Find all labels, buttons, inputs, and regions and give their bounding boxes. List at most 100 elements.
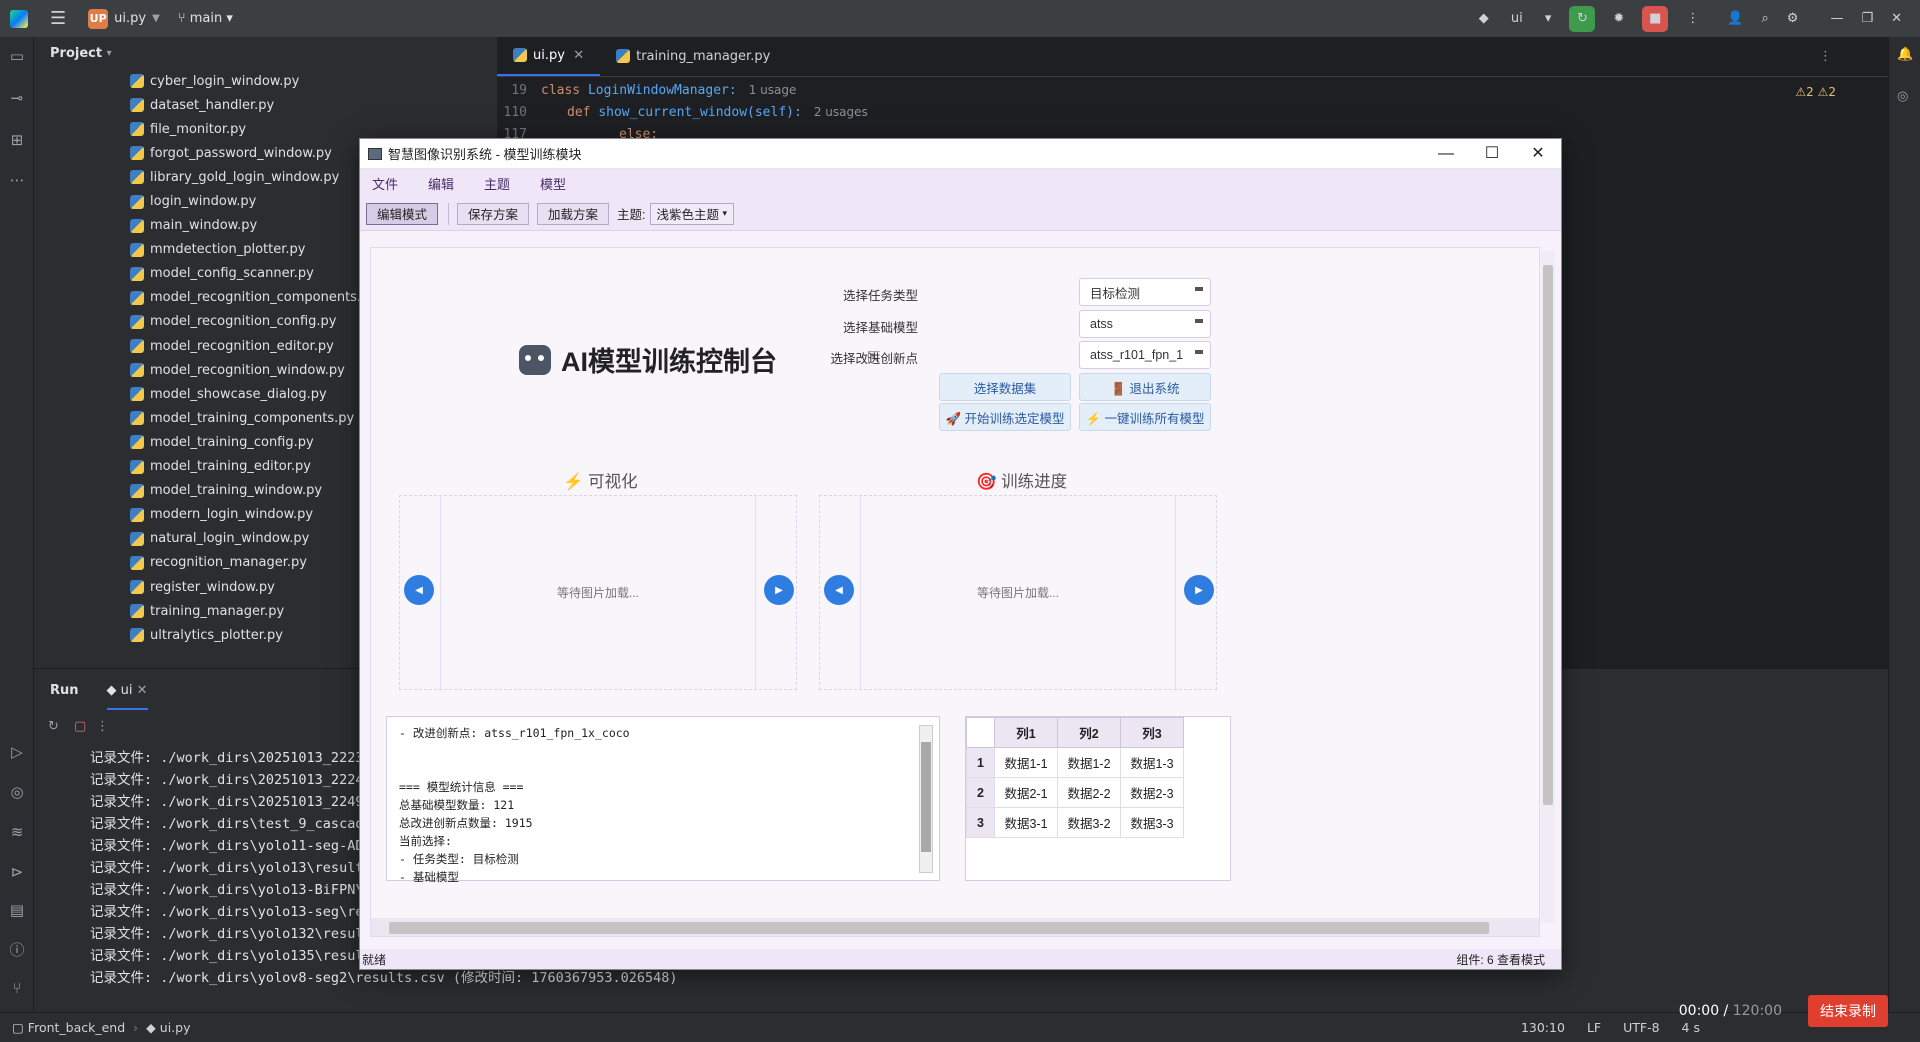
log-output[interactable]: - 改进创新点: atss_r101_fpn_1x_coco === 模型统计信息…	[386, 716, 940, 884]
add-user-icon[interactable]: 👤	[1727, 11, 1743, 26]
menu-theme[interactable]: 主题	[484, 174, 510, 193]
base-model-select[interactable]: atss	[1079, 310, 1211, 338]
progress-next-button[interactable]: ▶	[1184, 575, 1214, 605]
visualization-next-button[interactable]: ▶	[764, 575, 794, 605]
tab-ui-py[interactable]: ui.py ✕	[497, 36, 601, 76]
app-minimize-icon[interactable]: —	[1423, 139, 1469, 169]
stop-button[interactable]: ■	[1642, 5, 1669, 32]
run-config-selector[interactable]: ◆ ui ▾	[1479, 11, 1552, 26]
python-packages-icon[interactable]: ◎	[0, 783, 34, 801]
table-cell[interactable]: 数据1-3	[1120, 747, 1184, 778]
table-row[interactable]: 2 数据2-1 数据2-2 数据2-3	[966, 777, 1184, 808]
select-dataset-button[interactable]: 选择数据集	[939, 373, 1071, 401]
warnings-indicator[interactable]: ⚠2 ⚠2	[1795, 85, 1836, 99]
file-tree-item[interactable]: dataset_handler.py	[34, 93, 496, 117]
close-icon[interactable]: ✕	[1891, 11, 1902, 26]
train-all-button[interactable]: ⚡ 一键训练所有模型	[1079, 403, 1211, 431]
table-cell[interactable]: 数据1-1	[994, 747, 1058, 778]
code-area[interactable]: 19 class LoginWindowManager: 1 usage 110 def…	[497, 77, 1888, 145]
innovation-select[interactable]: atss_r101_fpn_1	[1079, 341, 1211, 369]
table-corner[interactable]	[966, 717, 995, 748]
run-tab-ui[interactable]: ◆ ui ✕	[106, 683, 148, 710]
code-line[interactable]: 19 class LoginWindowManager: 1 usage	[497, 79, 1888, 101]
more-actions-icon[interactable]: ⋮	[1686, 11, 1699, 26]
visualization-prev-button[interactable]: ◀	[404, 575, 434, 605]
theme-select[interactable]: 浅紫色主题 ▾	[649, 202, 735, 225]
project-badge[interactable]: UP	[88, 8, 109, 29]
main-menu-icon[interactable]: ☰	[50, 8, 66, 29]
project-panel-header[interactable]: Project ▾	[34, 37, 496, 69]
app-title-bar[interactable]: 智慧图像识别系统 - 模型训练模块	[360, 139, 1561, 169]
row-header[interactable]: 3	[966, 807, 995, 838]
search-icon[interactable]: ⌕	[1762, 11, 1769, 26]
menu-model[interactable]: 模型	[540, 174, 566, 193]
rerun-icon[interactable]: ↻	[48, 719, 59, 734]
table-cell[interactable]: 数据3-1	[994, 807, 1058, 838]
rerun-button[interactable]: ↻	[1569, 5, 1596, 32]
load-plan-button[interactable]: 加载方案	[537, 202, 610, 225]
table-cell[interactable]: 数据2-2	[1057, 777, 1121, 808]
project-selector[interactable]: ui.py	[114, 11, 146, 26]
table-cell[interactable]: 数据3-3	[1120, 807, 1184, 838]
minimize-icon[interactable]: —	[1830, 11, 1843, 26]
more-options-icon[interactable]: ⋮	[96, 719, 109, 734]
problems-icon[interactable]: ⓘ	[0, 939, 34, 960]
commit-icon[interactable]: ⊸	[0, 89, 34, 107]
log-scrollbar[interactable]	[919, 725, 933, 873]
app-close-icon[interactable]: ✕	[1515, 139, 1561, 169]
table-row[interactable]: 3 数据3-1 数据3-2 数据3-3	[966, 807, 1184, 838]
stop-icon[interactable]: ▢	[74, 719, 86, 734]
structure-icon[interactable]: ⊞	[0, 131, 34, 149]
edit-mode-button[interactable]: 编辑模式	[366, 202, 439, 225]
progress-prev-button[interactable]: ◀	[824, 575, 854, 605]
tab-training-manager[interactable]: training_manager.py	[600, 36, 786, 76]
table-header[interactable]: 列3	[1120, 717, 1184, 748]
table-cell[interactable]: 数据1-2	[1057, 747, 1121, 778]
chevron-down-icon[interactable]: ▼	[152, 13, 160, 24]
exit-system-button[interactable]: 🚪 退出系统	[1079, 373, 1211, 401]
debug-icon[interactable]: ✹	[1613, 11, 1624, 26]
settings-gear-icon[interactable]: ⚙	[1787, 11, 1799, 26]
table-header[interactable]: 列2	[1057, 717, 1121, 748]
close-tab-icon[interactable]: ✕	[137, 683, 148, 698]
row-header[interactable]: 2	[966, 777, 995, 808]
caret-position[interactable]: 130:10	[1521, 1020, 1565, 1035]
table-header[interactable]: 列1	[994, 717, 1058, 748]
project-folder-icon[interactable]: ▭	[0, 47, 34, 65]
table-row[interactable]: 1 数据1-1 数据1-2 数据1-3	[966, 747, 1184, 778]
save-plan-button[interactable]: 保存方案	[457, 202, 530, 225]
run-tool-icon[interactable]: ▷	[0, 743, 34, 761]
code-line[interactable]: 110 def show_current_window(self): 2 usage…	[497, 101, 1888, 123]
menu-file[interactable]: 文件	[372, 174, 398, 193]
ai-assistant-icon[interactable]: ◎	[1897, 89, 1908, 104]
more-tools-icon[interactable]: ⋯	[0, 171, 34, 189]
task-type-select[interactable]: 目标检测	[1079, 278, 1211, 306]
line-separator[interactable]: LF	[1587, 1020, 1601, 1035]
breadcrumb-file[interactable]: ◆ ui.py	[146, 1020, 190, 1035]
menu-edit[interactable]: 编辑	[428, 174, 454, 193]
content-horizontal-scrollbar[interactable]	[371, 918, 1539, 936]
more-tabs-icon[interactable]: ⋮	[1819, 49, 1888, 76]
log-scrollbar-thumb[interactable]	[921, 742, 931, 852]
layers-icon[interactable]: ≋	[0, 823, 34, 841]
vertical-scrollbar-thumb[interactable]	[1543, 265, 1553, 805]
git-icon[interactable]: ⑂	[0, 979, 34, 997]
row-header[interactable]: 1	[966, 747, 995, 778]
stop-recording-button[interactable]: 结束录制	[1808, 995, 1888, 1027]
table-cell[interactable]: 数据2-1	[994, 777, 1058, 808]
app-maximize-icon[interactable]: ☐	[1469, 139, 1515, 169]
start-training-button[interactable]: 🚀 开始训练选定模型	[939, 403, 1071, 431]
horizontal-scrollbar-thumb[interactable]	[389, 922, 1489, 934]
table-cell[interactable]: 数据2-3	[1120, 777, 1184, 808]
file-encoding[interactable]: UTF-8	[1623, 1020, 1659, 1035]
content-vertical-scrollbar[interactable]	[1541, 251, 1555, 923]
table-cell[interactable]: 数据3-2	[1057, 807, 1121, 838]
usage-hint[interactable]: 2 usages	[814, 105, 868, 119]
close-tab-icon[interactable]: ✕	[573, 48, 584, 63]
restore-icon[interactable]: ❐	[1861, 11, 1873, 26]
terminal-icon[interactable]: ▤	[0, 901, 34, 919]
services-icon[interactable]: ⊳	[0, 863, 34, 881]
notifications-icon[interactable]: 🔔	[1897, 47, 1913, 62]
usage-hint[interactable]: 1 usage	[749, 83, 797, 97]
breadcrumb-root[interactable]: ▢ Front_back_end	[12, 1020, 125, 1035]
